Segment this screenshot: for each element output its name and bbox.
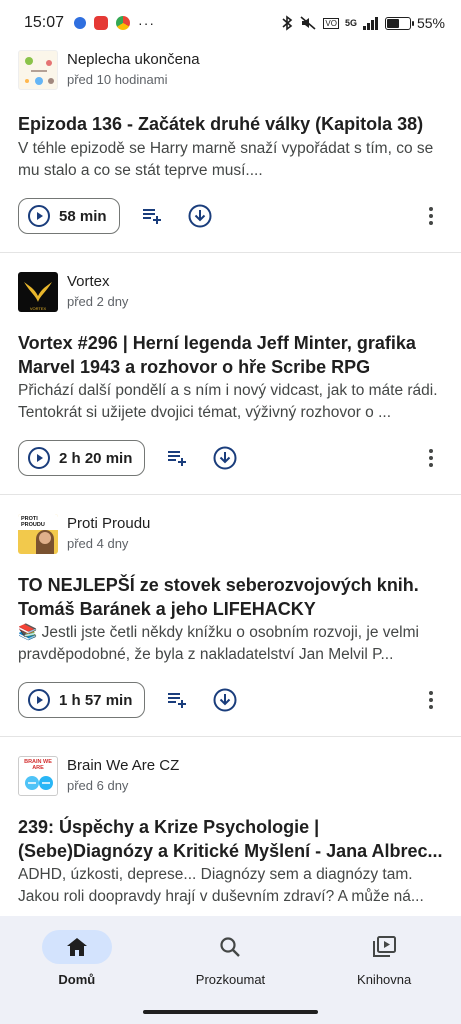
messenger-icon bbox=[74, 17, 87, 29]
playlist-add-icon bbox=[168, 451, 187, 466]
show-name: Brain We Are CZ bbox=[67, 757, 180, 774]
show-row[interactable]: Neplecha ukončena před 10 hodinami bbox=[18, 50, 200, 90]
status-bar: 15:07 ··· VO 5G 55% bbox=[0, 0, 461, 46]
episode-card[interactable]: BRAIN WE ARE Brain We Are CZ před 6 dny … bbox=[0, 737, 461, 916]
play-icon bbox=[28, 689, 50, 711]
episode-title[interactable]: Epizoda 136 - Začátek druhé války (Kapit… bbox=[18, 112, 443, 136]
gesture-bar[interactable] bbox=[143, 1010, 318, 1014]
play-icon bbox=[28, 205, 50, 227]
bottom-navigation: Domů Prozkoumat Knihovna bbox=[0, 916, 461, 1024]
signal-icon bbox=[362, 17, 378, 30]
episode-actions: 58 min bbox=[18, 198, 443, 234]
thumb-text: PROTI PROUDU bbox=[21, 516, 45, 528]
nav-home[interactable]: Domů bbox=[17, 930, 137, 1024]
publish-date: před 6 dny bbox=[67, 778, 129, 793]
volte-icon: VO bbox=[323, 17, 339, 29]
episode-description[interactable]: Přichází další pondělí a s ním i nový vi… bbox=[18, 380, 443, 424]
nav-explore-pill bbox=[195, 930, 265, 964]
episode-card[interactable]: Neplecha ukončena před 10 hodinami Epizo… bbox=[0, 46, 461, 253]
battery-fill bbox=[386, 18, 399, 28]
thumb-text: BRAIN WE ARE bbox=[24, 759, 52, 771]
show-row[interactable]: VORTEX Vortex před 2 dny bbox=[18, 272, 128, 312]
episode-description[interactable]: 📚 Jestli jste četli někdy knížku o osobn… bbox=[18, 622, 443, 666]
episode-title[interactable]: 239: Úspěchy a Krize Psychologie | (Sebe… bbox=[18, 815, 443, 863]
network-label: 5G bbox=[344, 18, 357, 28]
more-options-button[interactable] bbox=[419, 442, 443, 474]
search-icon bbox=[220, 937, 241, 957]
nav-explore-label: Prozkoumat bbox=[195, 972, 266, 987]
library-icon bbox=[373, 936, 397, 957]
battery-percent: 55% bbox=[416, 15, 445, 31]
add-to-queue-button[interactable] bbox=[136, 200, 168, 232]
more-vert-icon bbox=[429, 691, 433, 709]
status-right: VO 5G 55% bbox=[281, 15, 445, 31]
play-button[interactable]: 2 h 20 min bbox=[18, 440, 146, 476]
duration-label: 2 h 20 min bbox=[59, 449, 133, 467]
download-button[interactable] bbox=[184, 200, 216, 232]
publish-date: před 4 dny bbox=[67, 536, 129, 551]
more-vert-icon bbox=[429, 449, 433, 467]
more-notifications-icon: ··· bbox=[138, 15, 156, 31]
nav-library[interactable]: Knihovna bbox=[324, 930, 444, 1024]
add-to-queue-button[interactable] bbox=[161, 442, 193, 474]
play-button[interactable]: 1 h 57 min bbox=[18, 682, 146, 718]
episode-description[interactable]: V téhle epizodě se Harry marně snaží vyp… bbox=[18, 138, 443, 182]
download-button[interactable] bbox=[209, 684, 241, 716]
episode-card[interactable]: PROTI PROUDU Proti Proudu před 4 dny TO … bbox=[0, 495, 461, 737]
show-thumbnail: PROTI PROUDU bbox=[18, 514, 58, 554]
more-options-button[interactable] bbox=[419, 200, 443, 232]
episode-description[interactable]: ADHD, úzkosti, deprese... Diagnózy sem a… bbox=[18, 864, 443, 908]
add-to-queue-button[interactable] bbox=[161, 684, 193, 716]
download-icon bbox=[213, 446, 237, 470]
publish-date: před 10 hodinami bbox=[67, 72, 168, 87]
play-button[interactable]: 58 min bbox=[18, 198, 120, 234]
more-options-button[interactable] bbox=[419, 684, 443, 716]
show-row[interactable]: PROTI PROUDU Proti Proudu před 4 dny bbox=[18, 514, 150, 554]
bluetooth-icon bbox=[282, 15, 293, 31]
episode-card[interactable]: VORTEX Vortex před 2 dny Vortex #296 | H… bbox=[0, 253, 461, 495]
show-name: Neplecha ukončena bbox=[67, 51, 200, 68]
show-thumbnail: BRAIN WE ARE bbox=[18, 756, 58, 796]
duration-label: 58 min bbox=[59, 207, 107, 225]
chrome-icon bbox=[116, 16, 131, 30]
show-thumbnail bbox=[18, 50, 58, 90]
nav-home-pill bbox=[41, 930, 112, 964]
show-name: Vortex bbox=[67, 273, 110, 290]
playlist-add-icon bbox=[168, 693, 187, 708]
nav-library-label: Knihovna bbox=[357, 972, 412, 987]
download-button[interactable] bbox=[209, 442, 241, 474]
play-icon bbox=[28, 447, 50, 469]
youtube-icon bbox=[94, 16, 109, 30]
episode-actions: 1 h 57 min bbox=[18, 682, 443, 718]
episode-title[interactable]: TO NEJLEPŠÍ ze stovek seberozvojových kn… bbox=[18, 573, 443, 621]
episode-title[interactable]: Vortex #296 | Herní legenda Jeff Minter,… bbox=[18, 331, 443, 379]
playlist-add-icon bbox=[142, 209, 161, 224]
nav-library-pill bbox=[349, 930, 419, 964]
mute-icon bbox=[300, 16, 316, 30]
home-icon bbox=[66, 938, 87, 956]
download-icon bbox=[213, 688, 237, 712]
more-vert-icon bbox=[429, 207, 433, 225]
nav-home-label: Domů bbox=[58, 972, 96, 987]
episode-actions: 2 h 20 min bbox=[18, 440, 443, 476]
show-thumbnail: VORTEX bbox=[18, 272, 58, 312]
thumb-text: VORTEX bbox=[30, 306, 47, 311]
status-time: 15:07 bbox=[24, 14, 65, 31]
download-icon bbox=[188, 204, 212, 228]
duration-label: 1 h 57 min bbox=[59, 691, 133, 709]
publish-date: před 2 dny bbox=[67, 294, 129, 309]
battery-icon bbox=[384, 16, 414, 30]
show-row[interactable]: BRAIN WE ARE Brain We Are CZ před 6 dny bbox=[18, 756, 179, 796]
show-name: Proti Proudu bbox=[67, 515, 151, 532]
